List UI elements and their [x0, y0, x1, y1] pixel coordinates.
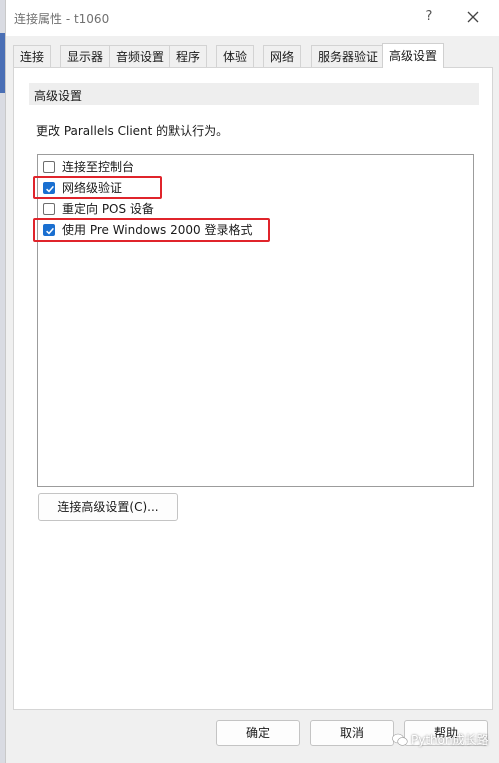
watermark: Python成长路 — [392, 731, 489, 748]
title-bar: 连接属性 - t1060 ? — [6, 0, 499, 36]
cancel-button[interactable]: 取消 — [310, 720, 394, 746]
help-title-button[interactable]: ? — [418, 7, 440, 27]
section-title: 高级设置 — [34, 89, 83, 103]
checkbox-unchecked[interactable] — [43, 202, 55, 215]
highlight-box-network-auth — [33, 176, 162, 199]
tab-server-auth[interactable]: 服务器验证 — [311, 45, 386, 67]
checkbox-unchecked[interactable] — [43, 160, 55, 173]
advanced-settings-panel: 高级设置 更改 Parallels Client 的默认行为。 连接至控制台 网… — [13, 67, 493, 710]
ok-button[interactable]: 确定 — [216, 720, 300, 746]
connection-properties-dialog: 连接属性 - t1060 ? 连接 显示器 音频设置 程序 体验 网络 服务器验… — [5, 0, 499, 763]
tab-bar: 连接 显示器 音频设置 程序 体验 网络 服务器验证 高级设置 — [6, 43, 499, 68]
option-connect-console[interactable]: 连接至控制台 — [43, 157, 134, 176]
close-icon — [467, 11, 479, 23]
tab-display[interactable]: 显示器 — [60, 45, 111, 67]
section-header: 高级设置 — [29, 83, 479, 105]
option-label: 连接至控制台 — [62, 160, 135, 174]
tab-advanced[interactable]: 高级设置 — [382, 43, 445, 68]
tab-network[interactable]: 网络 — [263, 45, 302, 67]
tab-experience[interactable]: 体验 — [216, 45, 255, 67]
description-text: 更改 Parallels Client 的默认行为。 — [36, 124, 229, 138]
options-list[interactable]: 连接至控制台 网络级验证 重定向 POS 设备 使用 Pre Windows 2… — [33, 154, 474, 487]
close-button[interactable] — [461, 5, 485, 29]
watermark-text: Python成长路 — [411, 733, 489, 747]
advanced-connection-settings-button[interactable]: 连接高级设置(C)... — [38, 493, 178, 521]
option-redirect-pos[interactable]: 重定向 POS 设备 — [43, 199, 154, 218]
highlight-box-login-format — [33, 218, 270, 242]
wechat-icon — [392, 733, 408, 746]
option-label: 重定向 POS 设备 — [62, 202, 154, 216]
tab-connection[interactable]: 连接 — [13, 45, 52, 67]
window-title: 连接属性 - t1060 — [14, 12, 110, 26]
tab-programs[interactable]: 程序 — [169, 45, 208, 67]
tab-audio[interactable]: 音频设置 — [109, 45, 172, 67]
